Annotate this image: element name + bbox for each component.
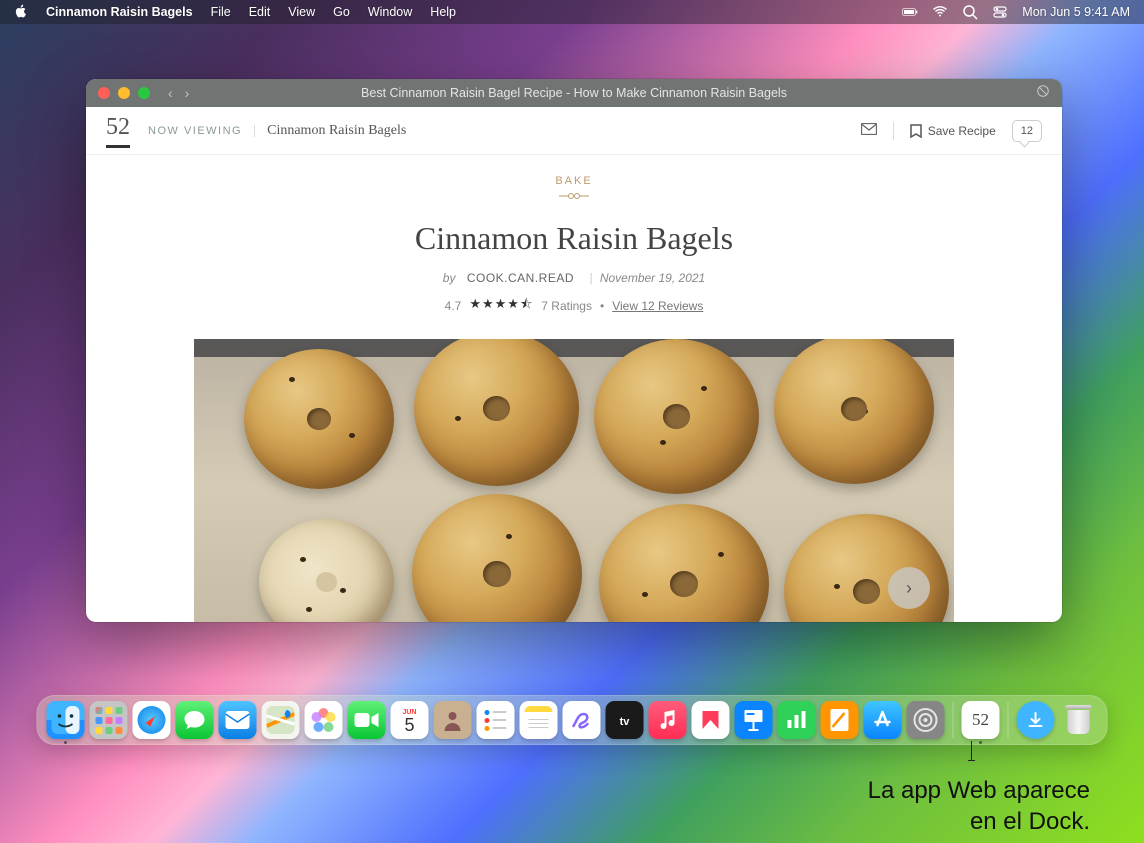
dock-settings-icon[interactable]	[907, 701, 945, 739]
menu-file[interactable]: File	[211, 5, 231, 19]
svg-text:tv: tv	[620, 716, 631, 728]
rating-value: 4.7	[445, 299, 462, 313]
share-icon[interactable]	[1036, 84, 1050, 103]
mail-icon[interactable]	[861, 122, 894, 140]
dock-launchpad-icon[interactable]	[90, 701, 128, 739]
dock-facetime-icon[interactable]	[348, 701, 386, 739]
dock-music-icon[interactable]	[649, 701, 687, 739]
dock-messages-icon[interactable]	[176, 701, 214, 739]
save-recipe-label: Save Recipe	[928, 124, 996, 138]
author-link[interactable]: COOK.CAN.READ	[467, 271, 574, 285]
page-header: 52 NOW VIEWING Cinnamon Raisin Bagels Sa…	[86, 107, 1062, 155]
recipe-body: BAKE Cinnamon Raisin Bagels by COOK.CAN.…	[86, 155, 1062, 622]
window-minimize-button[interactable]	[118, 87, 130, 99]
category-label: BAKE	[126, 175, 1022, 187]
menu-view[interactable]: View	[288, 5, 315, 19]
rating-stars-icon: ★★★★⯪	[469, 295, 533, 317]
dock-webapp-icon[interactable]: 52	[962, 701, 1000, 739]
dock-photos-icon[interactable]	[305, 701, 343, 739]
dock-reminders-icon[interactable]	[477, 701, 515, 739]
dock: JUN 5 tv	[37, 695, 1108, 745]
comment-count-badge[interactable]: 12	[1012, 120, 1042, 142]
window-zoom-button[interactable]	[138, 87, 150, 99]
dock-maps-icon[interactable]	[262, 701, 300, 739]
wifi-icon[interactable]	[932, 4, 948, 20]
dock-notes-icon[interactable]	[520, 701, 558, 739]
dock-trash-icon[interactable]	[1060, 701, 1098, 739]
ratings-count: 7 Ratings	[541, 299, 592, 313]
menu-window[interactable]: Window	[368, 5, 412, 19]
nav-forward-icon[interactable]: ›	[185, 85, 190, 101]
control-center-icon[interactable]	[992, 4, 1008, 20]
dock-freeform-icon[interactable]	[563, 701, 601, 739]
byline: by COOK.CAN.READ | November 19, 2021	[126, 271, 1022, 285]
nav-back-icon[interactable]: ‹	[168, 85, 173, 101]
by-label: by	[443, 271, 456, 285]
recipe-hero-image: ›	[194, 339, 954, 622]
dock-separator	[953, 702, 954, 738]
battery-icon[interactable]	[902, 4, 918, 20]
now-viewing-label: NOW VIEWING	[148, 125, 255, 137]
save-recipe-button[interactable]: Save Recipe	[910, 124, 996, 138]
menu-edit[interactable]: Edit	[249, 5, 271, 19]
spotlight-icon[interactable]	[962, 4, 978, 20]
ornament-icon	[559, 191, 589, 201]
window-close-button[interactable]	[98, 87, 110, 99]
callout-line	[971, 741, 972, 761]
menubar: Cinnamon Raisin Bagels File Edit View Go…	[0, 0, 1144, 24]
menubar-clock[interactable]: Mon Jun 5 9:41 AM	[1022, 5, 1130, 19]
dock-mail-icon[interactable]	[219, 701, 257, 739]
dock-downloads-icon[interactable]	[1017, 701, 1055, 739]
app-window: ‹ › Best Cinnamon Raisin Bagel Recipe - …	[86, 79, 1062, 622]
view-reviews-link[interactable]: View 12 Reviews	[612, 299, 703, 313]
window-titlebar: ‹ › Best Cinnamon Raisin Bagel Recipe - …	[86, 79, 1062, 107]
menubar-app-name[interactable]: Cinnamon Raisin Bagels	[46, 5, 193, 19]
dock-news-icon[interactable]	[692, 701, 730, 739]
dock-keynote-icon[interactable]	[735, 701, 773, 739]
menu-go[interactable]: Go	[333, 5, 350, 19]
dock-tv-icon[interactable]: tv	[606, 701, 644, 739]
site-logo[interactable]: 52	[106, 114, 130, 148]
window-title: Best Cinnamon Raisin Bagel Recipe - How …	[86, 86, 1062, 100]
dock-numbers-icon[interactable]	[778, 701, 816, 739]
dock-safari-icon[interactable]	[133, 701, 171, 739]
recipe-title: Cinnamon Raisin Bagels	[126, 220, 1022, 257]
breadcrumb: Cinnamon Raisin Bagels	[267, 123, 406, 139]
dock-calendar-icon[interactable]: JUN 5	[391, 701, 429, 739]
dock-finder-icon[interactable]	[47, 701, 85, 739]
apple-logo-icon[interactable]	[14, 4, 28, 21]
dock-pages-icon[interactable]	[821, 701, 859, 739]
image-next-button[interactable]: ›	[888, 567, 930, 609]
caption-text: La app Web aparece en el Dock.	[868, 775, 1090, 837]
dock-separator	[1008, 702, 1009, 738]
menu-help[interactable]: Help	[430, 5, 456, 19]
calendar-day: 5	[404, 716, 414, 734]
dock-appstore-icon[interactable]	[864, 701, 902, 739]
publish-date: November 19, 2021	[600, 271, 705, 285]
dock-contacts-icon[interactable]	[434, 701, 472, 739]
